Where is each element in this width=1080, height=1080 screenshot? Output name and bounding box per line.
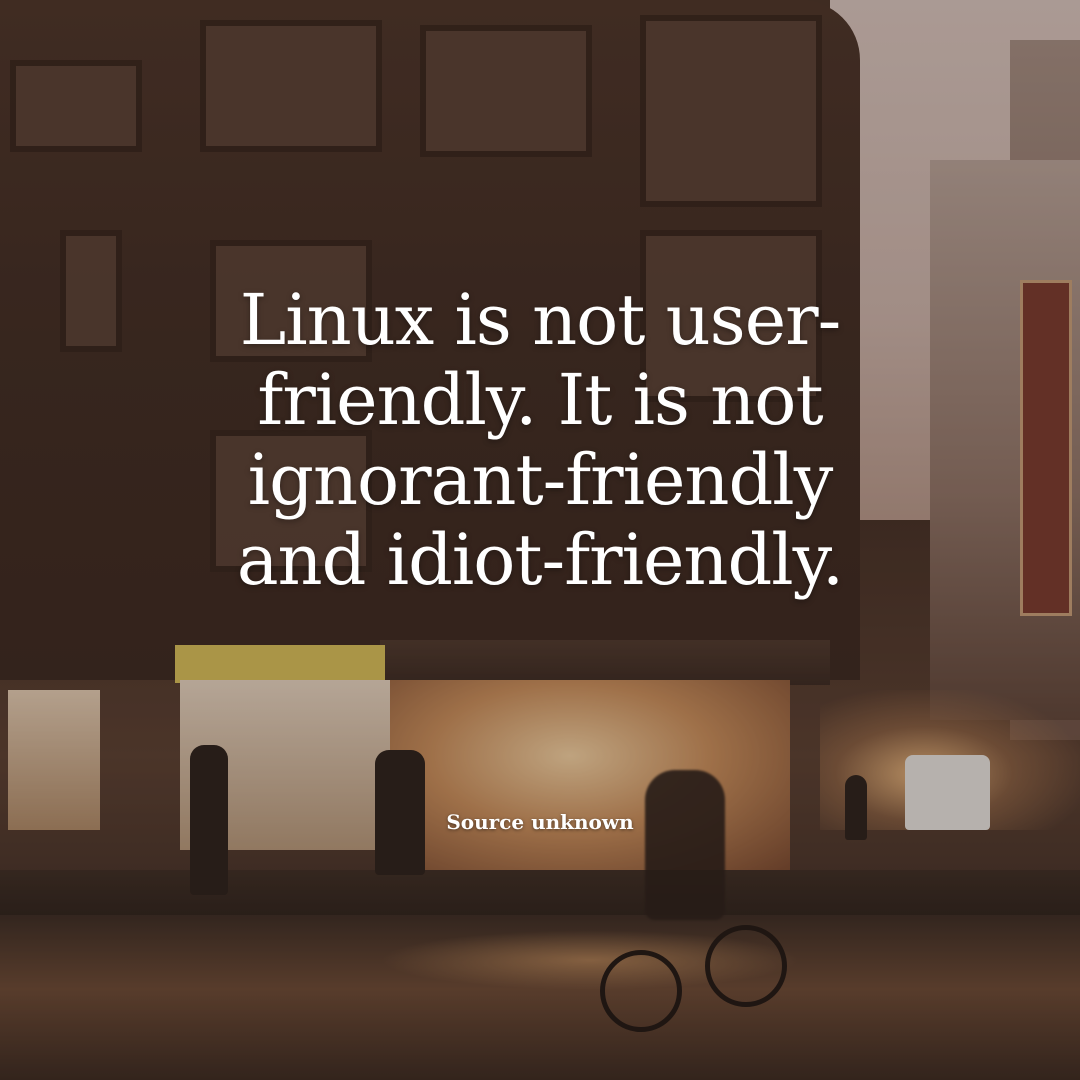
- quote-card: Linux is not user-friendly. It is not ig…: [0, 0, 1080, 1080]
- quote-text: Linux is not user-friendly. It is not ig…: [236, 279, 844, 601]
- quote-source: Source unknown: [446, 810, 634, 834]
